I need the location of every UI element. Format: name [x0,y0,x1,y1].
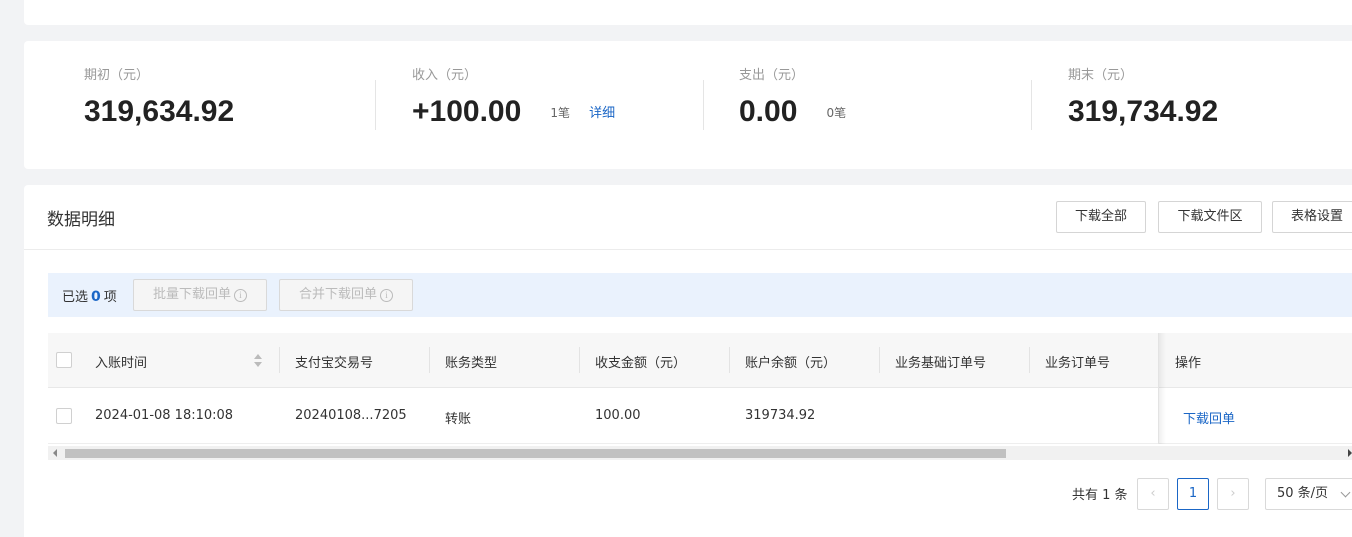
horizontal-scrollbar[interactable] [48,446,1352,460]
table-row: 2024-01-08 18:10:08 20240108...7205 转账 1… [48,388,1352,444]
page-size-value: 50 条/页 [1277,486,1329,501]
summary-panel: 期初（元） 319,634.92 收入（元） +100.00 1笔 详细 支出（… [24,41,1352,169]
income-count: 1笔 [550,106,571,120]
info-icon: i [234,289,247,302]
prev-page-button[interactable]: ‹ [1137,478,1169,510]
income-value: +100.00 [412,95,522,128]
summary-expense: 支出（元） 0.00 0笔 [739,67,846,130]
summary-income: 收入（元） +100.00 1笔 详细 [412,67,615,130]
selection-prefix: 已选 [62,290,89,305]
selection-status: 已选 0 项 [62,286,117,305]
income-detail-link[interactable]: 详细 [589,102,615,121]
opening-label: 期初（元） [84,68,150,83]
col-balance: 账户余额（元） [745,356,837,371]
col-trade-no: 支付宝交易号 [295,356,374,371]
batch-download-label: 批量下载回单 [152,287,231,302]
cell-balance: 319734.92 [745,408,816,423]
income-label: 收入（元） [412,68,478,83]
next-page-button[interactable]: › [1217,478,1249,510]
divider [375,80,376,130]
merge-download-button[interactable]: 合并下载回单 i [279,279,413,311]
summary-opening: 期初（元） 319,634.92 [84,67,234,130]
col-order: 业务订单号 [1045,356,1111,371]
page-1-button[interactable]: 1 [1177,478,1209,510]
col-type: 账务类型 [445,356,498,371]
info-icon: i [380,289,393,302]
download-files-button[interactable]: 下载文件区 [1158,201,1262,233]
sort-icon[interactable] [254,354,262,368]
cell-trade-no: 20240108...7205 [295,408,407,423]
closing-label: 期末（元） [1068,68,1134,83]
page-size-select[interactable]: 50 条/页 [1265,478,1352,510]
row-checkbox[interactable] [56,408,72,424]
divider [1031,80,1032,130]
chevron-down-icon [1340,487,1351,498]
select-all-checkbox[interactable] [56,352,72,368]
scrollbar-thumb[interactable] [65,449,1006,458]
opening-value: 319,634.92 [84,95,235,128]
cell-time: 2024-01-08 18:10:08 [95,408,234,423]
column-separator [279,347,280,373]
selection-bar: 已选 0 项 批量下载回单 i 合并下载回单 i [48,273,1352,317]
col-time[interactable]: 入账时间 [95,352,147,371]
column-separator [1029,347,1030,373]
col-base-order: 业务基础订单号 [895,356,987,371]
column-separator [429,347,430,373]
column-separator [879,347,880,373]
batch-download-button[interactable]: 批量下载回单 i [133,279,267,311]
expense-label: 支出（元） [739,68,805,83]
pagination-total: 共有 1 条 [1072,488,1128,503]
selection-count: 0 [91,289,101,305]
cell-amount: 100.00 [595,408,641,423]
download-all-button[interactable]: 下载全部 [1056,201,1146,233]
download-receipt-link[interactable]: 下载回单 [1183,408,1235,427]
scroll-left-icon[interactable] [53,449,57,457]
divider [703,80,704,130]
header-divider [24,249,1352,250]
table-settings-button[interactable]: 表格设置 [1272,201,1352,233]
fixed-column-border [1158,333,1159,444]
fixed-column-shadow [1158,333,1166,444]
top-panel [24,0,1352,25]
merge-download-label: 合并下载回单 [298,287,377,302]
selection-suffix: 项 [103,290,117,305]
expense-count: 0笔 [826,106,847,120]
col-action: 操作 [1175,356,1202,371]
closing-value: 319,734.92 [1068,95,1219,128]
summary-closing: 期末（元） 319,734.92 [1068,67,1218,130]
column-separator [729,347,730,373]
cell-type: 转账 [445,412,472,427]
scroll-right-icon[interactable] [1348,449,1352,457]
table-header: 入账时间 支付宝交易号 账务类型 收支金额（元） 账户余额（元） 业务基础订单号… [48,333,1352,388]
col-amount: 收支金额（元） [595,356,687,371]
detail-title: 数据明细 [47,210,115,230]
expense-value: 0.00 [739,95,798,128]
column-separator [579,347,580,373]
